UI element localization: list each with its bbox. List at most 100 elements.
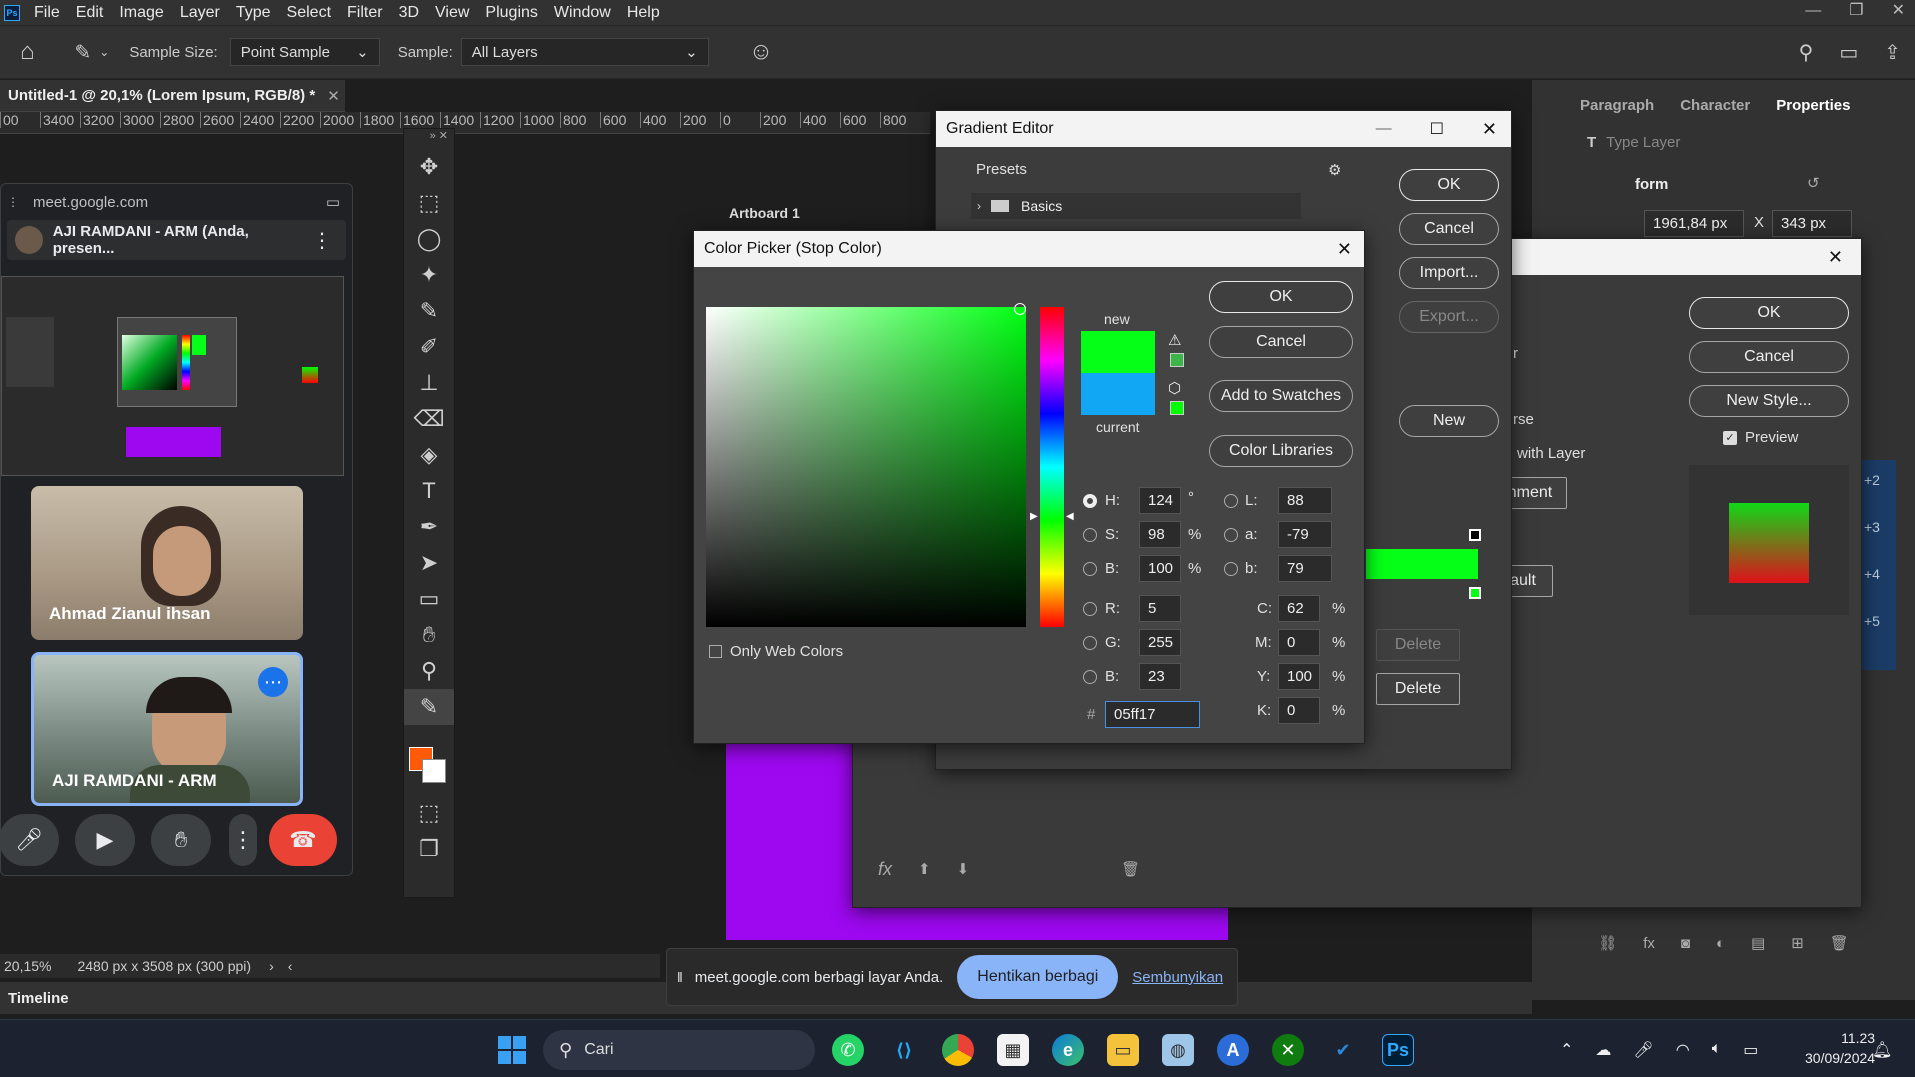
lab-l-field[interactable]: 88 — [1278, 487, 1332, 514]
chevron-left-icon[interactable]: ‹ — [288, 958, 293, 974]
photos-icon[interactable]: ◍ — [1162, 1034, 1194, 1066]
rectangle-tool-icon[interactable]: ▭ — [404, 581, 454, 617]
import-button[interactable]: Import... — [1399, 257, 1499, 289]
new-style-button[interactable]: New Style... — [1689, 385, 1849, 417]
cyan-field[interactable]: 62 — [1278, 595, 1320, 622]
red-field[interactable]: 5 — [1139, 595, 1181, 622]
delete-color-button[interactable]: Delete — [1376, 673, 1460, 705]
layer-style-ok-button[interactable]: OK — [1689, 297, 1849, 329]
more-options-button[interactable]: ⋮ — [229, 814, 257, 866]
web-safe-swatch[interactable] — [1170, 401, 1184, 415]
gradient-ok-button[interactable]: OK — [1399, 169, 1499, 201]
settings-gear-icon[interactable]: ⚙ — [1328, 161, 1341, 179]
participant-tile-1[interactable]: Ahmad Zianul ihsan — [31, 486, 303, 640]
photoshop-taskbar-icon[interactable]: Ps — [1382, 1034, 1414, 1066]
width-field[interactable]: 1961,84 px — [1644, 210, 1744, 237]
more-options-icon[interactable]: ⋯ — [258, 667, 288, 697]
drag-handle-icon[interactable]: ⋮ — [7, 195, 19, 209]
yellow-field[interactable]: 100 — [1278, 663, 1320, 690]
menu-image[interactable]: Image — [111, 0, 171, 25]
timeline-label[interactable]: Timeline — [8, 990, 69, 1007]
brush-tool-icon[interactable]: ✐ — [404, 329, 454, 365]
link-icon[interactable]: ⛓ — [1598, 934, 1617, 952]
gradient-cancel-button[interactable]: Cancel — [1399, 213, 1499, 245]
fx-icon[interactable]: fx — [878, 859, 892, 880]
eyedropper-icon[interactable]: ✎ — [404, 293, 454, 329]
notification-bell-icon[interactable]: 🔔︎ — [1872, 1040, 1892, 1060]
eyedropper-active-icon[interactable]: ✎ — [404, 689, 454, 725]
xbox-icon[interactable]: ✕ — [1272, 1034, 1304, 1066]
lab-a-field[interactable]: -79 — [1278, 521, 1332, 548]
move-down-icon[interactable]: ⬇ — [957, 860, 970, 878]
green-field[interactable]: 255 — [1139, 629, 1181, 656]
red-radio[interactable] — [1083, 602, 1097, 616]
color-libraries-button[interactable]: Color Libraries — [1209, 435, 1353, 467]
close-icon[interactable]: ✕ — [1828, 247, 1843, 268]
menu-3d[interactable]: 3D — [391, 0, 427, 25]
gradient-bar[interactable] — [1366, 549, 1478, 579]
background-color-swatch[interactable] — [422, 759, 446, 783]
quick-mask-icon[interactable]: ⬚ — [404, 795, 454, 831]
chevron-up-icon[interactable]: ⌃ — [1560, 1040, 1573, 1060]
menu-type[interactable]: Type — [228, 0, 279, 25]
hide-link[interactable]: Sembunyikan — [1132, 969, 1223, 986]
new-gradient-button[interactable]: New — [1399, 405, 1499, 437]
path-selection-tool-icon[interactable]: ➤ — [404, 545, 454, 581]
lab-b-radio[interactable] — [1224, 562, 1238, 576]
tab-character[interactable]: Character — [1680, 97, 1750, 114]
taskbar-clock[interactable]: 11.23 30/09/2024 — [1805, 1028, 1875, 1068]
color-picker-ok-button[interactable]: OK — [1209, 281, 1353, 313]
move-tool-icon[interactable]: ✥ — [404, 149, 454, 185]
brightness-field[interactable]: 100 — [1139, 555, 1181, 582]
minimize-icon[interactable]: — — [1805, 0, 1821, 22]
current-color-swatch[interactable] — [1081, 373, 1155, 415]
lab-a-radio[interactable] — [1224, 528, 1238, 542]
zoom-tool-icon[interactable]: ⚲ — [404, 653, 454, 689]
volume-icon[interactable]: 🔈︎ — [1712, 1040, 1722, 1060]
stamp-tool-icon[interactable]: ⊥ — [404, 365, 454, 401]
preview-checkbox[interactable]: ✓ — [1723, 431, 1737, 445]
badge-plus3[interactable]: +3 — [1862, 507, 1896, 554]
menu-window[interactable]: Window — [546, 0, 619, 25]
folder-icon[interactable]: ▤ — [1751, 934, 1765, 952]
adjustment-icon[interactable]: ◐ — [1716, 935, 1725, 952]
leave-call-button[interactable]: ☎︎ — [269, 814, 337, 866]
fx-icon[interactable]: fx — [1643, 935, 1655, 952]
new-layer-icon[interactable]: ⊞ — [1791, 934, 1804, 952]
saturation-field[interactable]: 98 — [1139, 521, 1181, 548]
hue-slider-left-arrow[interactable]: ▶ — [1030, 511, 1038, 522]
gamut-warning-icon[interactable]: ⚠ — [1168, 331, 1181, 349]
x-field[interactable]: 343 px — [1772, 210, 1852, 237]
microphone-icon[interactable]: 🎤︎ — [1633, 1040, 1653, 1060]
menu-edit[interactable]: Edit — [68, 0, 112, 25]
preset-folder-basics[interactable]: › Basics — [971, 193, 1301, 219]
brightness-radio[interactable] — [1083, 562, 1097, 576]
pause-icon[interactable]: ‖ — [677, 969, 683, 985]
screen-mode-icon[interactable]: ❐ — [404, 831, 454, 867]
eraser-tool-icon[interactable]: ⌫ — [404, 401, 454, 437]
collapse-tools-icon[interactable]: » ✕ — [404, 129, 454, 149]
vscode-icon[interactable]: ⟨⟩ — [888, 1034, 920, 1066]
paint-bucket-tool-icon[interactable]: ◈ — [404, 437, 454, 473]
stop-sharing-button[interactable]: Hentikan berbagi — [957, 955, 1119, 999]
trash-icon[interactable]: 🗑︎ — [1121, 860, 1140, 878]
lab-l-radio[interactable] — [1224, 494, 1238, 508]
menu-help[interactable]: Help — [619, 0, 668, 25]
smiley-icon[interactable]: ☺ — [749, 38, 774, 66]
zoom-level[interactable]: 20,15% — [4, 958, 51, 974]
microphone-button[interactable]: 🎤︎ — [0, 814, 59, 866]
blue-field[interactable]: 23 — [1139, 663, 1181, 690]
participant-tile-2[interactable]: ⋯ AJI RAMDANI - ARM — [31, 652, 303, 806]
menu-filter[interactable]: Filter — [339, 0, 391, 25]
eyedropper-tool-icon[interactable]: ✎ — [75, 40, 92, 65]
restore-icon[interactable]: ❐ — [1849, 0, 1863, 22]
hex-field[interactable]: 05ff17 — [1105, 701, 1200, 728]
lasso-tool-icon[interactable]: ◯ — [404, 221, 454, 257]
badge-plus2[interactable]: +2 — [1862, 460, 1896, 507]
tab-paragraph[interactable]: Paragraph — [1580, 97, 1654, 114]
onedrive-icon[interactable]: ☁ — [1595, 1040, 1611, 1060]
share-icon[interactable]: ⇪ — [1884, 40, 1901, 65]
windows-start-icon[interactable] — [496, 1034, 528, 1066]
blue-radio[interactable] — [1083, 670, 1097, 684]
green-radio[interactable] — [1083, 636, 1097, 650]
